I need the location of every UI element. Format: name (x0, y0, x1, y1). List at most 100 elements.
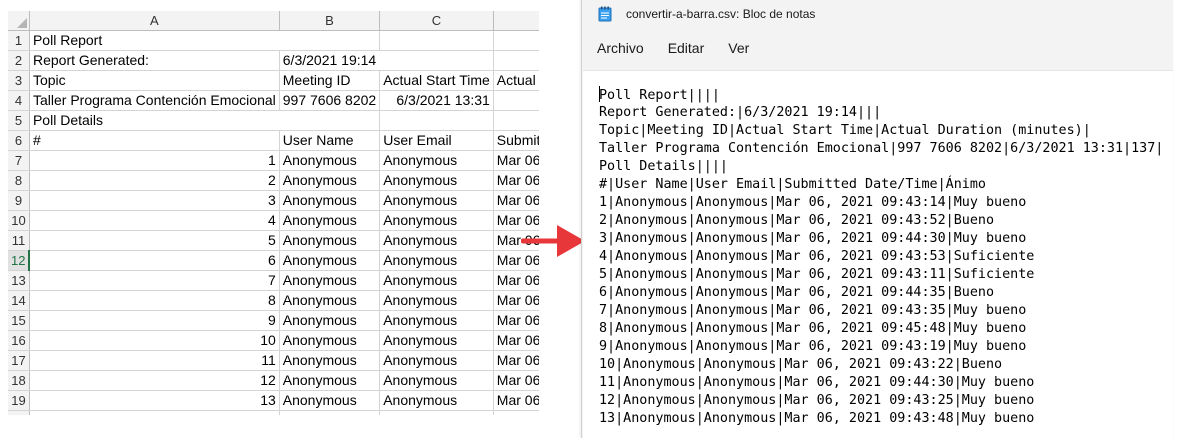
column-header[interactable]: B (279, 11, 381, 31)
row-header[interactable]: 14 (8, 290, 30, 311)
cell[interactable]: 8 (29, 290, 280, 311)
cell[interactable]: 9 (29, 310, 280, 331)
row-header[interactable]: 1 (8, 30, 30, 51)
cell[interactable]: # (29, 130, 280, 151)
cell[interactable]: Anonymous (379, 290, 494, 311)
row-header[interactable]: 9 (8, 190, 30, 211)
cell[interactable] (279, 30, 381, 51)
menu-ver[interactable]: Ver (722, 36, 755, 60)
cell[interactable]: 13 (29, 390, 280, 411)
cell[interactable]: 6/3/2021 13:31 (379, 90, 494, 111)
cell[interactable] (379, 110, 494, 131)
cell[interactable] (493, 110, 539, 131)
cell[interactable]: 2 (29, 170, 280, 191)
cell[interactable]: 5 (29, 230, 280, 251)
row-header[interactable]: 11 (8, 230, 30, 251)
cell[interactable]: Anonymous (379, 230, 494, 251)
cell[interactable]: Report Generated: (29, 50, 280, 71)
cell[interactable]: 137 (493, 90, 539, 111)
cell[interactable]: User Name (279, 130, 381, 151)
cell[interactable]: Anonymous (379, 390, 494, 411)
cell[interactable]: Anonymous (379, 150, 494, 171)
cell[interactable] (493, 50, 539, 71)
cell[interactable]: Anonymous (279, 370, 381, 391)
cell[interactable]: Mar 06, 2021 09:43:25 (493, 370, 539, 391)
row-header[interactable]: 2 (8, 50, 30, 71)
row-header[interactable]: 18 (8, 370, 30, 391)
cell[interactable]: Poll Report (29, 30, 280, 51)
row-header[interactable]: 10 (8, 210, 30, 231)
cell[interactable]: Mar 06, 2021 09:43:52 (493, 170, 539, 191)
row-header[interactable]: 19 (8, 390, 30, 411)
cell[interactable]: Submitted Date/Time (493, 130, 539, 151)
cell[interactable]: 997 7606 8202 (279, 90, 381, 111)
cell[interactable]: 12 (29, 370, 280, 391)
cell[interactable]: Anonymous (379, 310, 494, 331)
cell[interactable]: Anonymous (379, 250, 494, 271)
cell[interactable]: Anonymous (279, 230, 381, 251)
cell[interactable]: Mar 06, 2021 09:44:30 (493, 350, 539, 371)
row-header[interactable]: 3 (8, 70, 30, 91)
cell[interactable]: 6/3/2021 19:14 (279, 50, 380, 71)
menu-archivo[interactable]: Archivo (591, 36, 650, 60)
cell[interactable]: 7 (29, 270, 280, 291)
column-header[interactable]: C (379, 11, 494, 31)
cell[interactable]: Anonymous (279, 270, 381, 291)
row-header[interactable] (8, 410, 30, 415)
cell[interactable]: Anonymous (279, 310, 381, 331)
row-header[interactable]: 6 (8, 130, 30, 151)
cell[interactable] (493, 30, 539, 51)
row-header[interactable]: 13 (8, 270, 30, 291)
row-header[interactable]: 17 (8, 350, 30, 371)
cell[interactable]: Anonymous (279, 390, 381, 411)
cell[interactable]: Meeting ID (279, 70, 381, 91)
column-header[interactable]: D (493, 11, 539, 31)
cell[interactable]: Anonymous (279, 290, 381, 311)
cell[interactable]: Anonymous (379, 210, 494, 231)
cell[interactable]: Taller Programa Contención Emocional (29, 90, 280, 111)
cell[interactable] (379, 410, 494, 415)
cell[interactable]: Actual Duration (minutes) (493, 70, 539, 91)
row-header[interactable]: 7 (8, 150, 30, 171)
cell[interactable]: Anonymous (279, 170, 381, 191)
cell[interactable]: Mar 06, 2021 09:43:22 (493, 330, 539, 351)
cell[interactable] (279, 410, 381, 415)
select-all-corner[interactable] (8, 11, 30, 31)
cell[interactable]: Anonymous (279, 190, 381, 211)
cell[interactable]: Anonymous (279, 330, 381, 351)
cell[interactable] (29, 410, 280, 415)
cell[interactable]: Actual Start Time (379, 70, 494, 91)
cell[interactable]: Poll Details (29, 110, 280, 131)
cell[interactable]: Anonymous (379, 270, 494, 291)
cell[interactable]: Anonymous (379, 370, 494, 391)
cell[interactable]: 10 (29, 330, 280, 351)
cell[interactable]: Mar 06, 2021 09:43:14 (493, 150, 539, 171)
cell[interactable]: Mar 06, 2021 09:45:48 (493, 290, 539, 311)
column-header[interactable]: A (29, 11, 280, 31)
cell[interactable]: Topic (29, 70, 280, 91)
cell[interactable]: Anonymous (279, 250, 381, 271)
cell[interactable]: Mar 06, 2021 09:43:35 (493, 270, 539, 291)
cell[interactable] (279, 110, 381, 131)
cell[interactable] (493, 410, 539, 415)
spreadsheet-grid[interactable]: A B C D E 1Poll Report2Report Generated:… (8, 11, 539, 415)
text-editor-area[interactable]: Poll Report|||| Report Generated:|6/3/202… (583, 70, 1173, 438)
row-header[interactable]: 4 (8, 90, 30, 111)
cell[interactable]: 1 (29, 150, 280, 171)
cell[interactable]: 6 (29, 250, 280, 271)
cell[interactable]: Anonymous (379, 190, 494, 211)
cell[interactable]: Mar 06, 2021 09:43:48 (493, 390, 539, 411)
cell[interactable]: Mar 06, 2021 09:43:19 (493, 310, 539, 331)
cell[interactable] (379, 30, 494, 51)
cell[interactable]: Anonymous (279, 210, 381, 231)
cell[interactable]: 4 (29, 210, 280, 231)
row-header[interactable]: 5 (8, 110, 30, 131)
cell[interactable]: Mar 06, 2021 09:44:30 (493, 190, 539, 211)
cell[interactable]: Anonymous (279, 150, 381, 171)
spreadsheet[interactable]: A B C D E 1Poll Report2Report Generated:… (8, 11, 539, 415)
menu-editar[interactable]: Editar (662, 36, 711, 60)
cell[interactable]: Anonymous (379, 330, 494, 351)
cell[interactable]: Anonymous (279, 350, 381, 371)
cell[interactable]: 11 (29, 350, 280, 371)
row-header[interactable]: 12 (8, 250, 31, 271)
